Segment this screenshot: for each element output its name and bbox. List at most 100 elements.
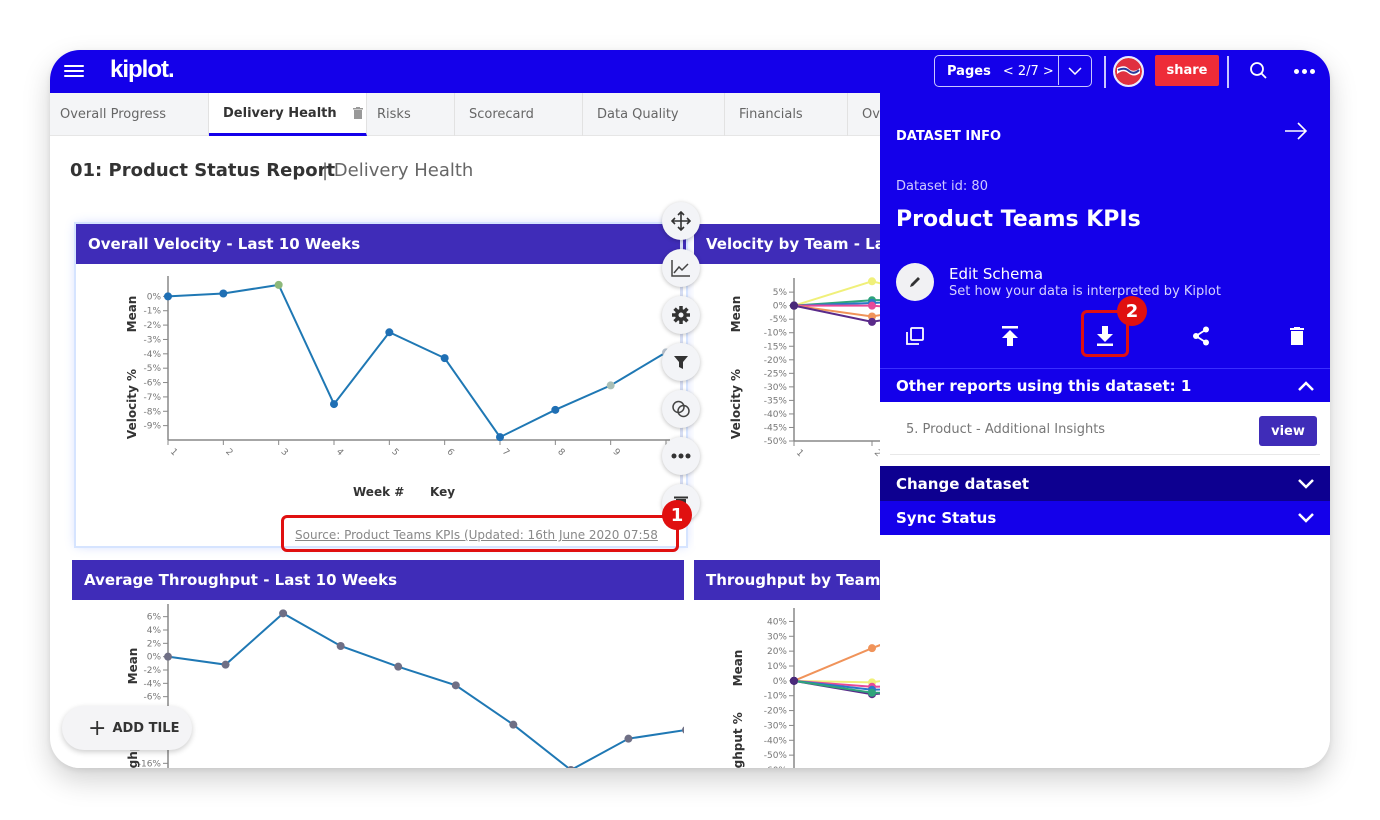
highlight-box-1 <box>281 515 679 552</box>
change-dataset-accordion[interactable]: Change dataset <box>880 466 1330 501</box>
sync-status-accordion[interactable]: Sync Status <box>880 501 1330 535</box>
more-options-button[interactable] <box>662 437 700 475</box>
data-point <box>394 662 403 671</box>
edit-schema-title[interactable]: Edit Schema <box>949 265 1043 283</box>
overall-velocity-chart: 0%-1%-2%-3%-4%-5%-6%-7%-8%-9%12345678910… <box>125 276 681 499</box>
filter-button[interactable] <box>662 343 700 381</box>
x-tick-label: 3 <box>279 447 290 458</box>
edit-schema-button[interactable] <box>896 263 934 301</box>
upload-icon <box>1002 326 1018 346</box>
data-point <box>221 660 230 669</box>
data-point <box>606 381 615 390</box>
x-tick-label: 8 <box>555 447 566 458</box>
x-tick-label: 2 <box>223 447 234 458</box>
pages-label: Pages <box>947 63 991 79</box>
y-axis-label-metric: Throughput % <box>731 712 745 768</box>
logo[interactable]: kiplot. <box>110 56 175 84</box>
tile-title: Throughput by Team <box>694 560 880 600</box>
data-point <box>385 328 394 337</box>
x-tick-label: 6 <box>445 447 456 458</box>
tab-label: Overall Progress <box>60 107 167 122</box>
data-point <box>868 317 876 326</box>
y-tick-label: 0% <box>773 302 788 312</box>
report-subtitle: | Delivery Health <box>322 160 474 181</box>
tile-overall-velocity[interactable]: Overall Velocity - Last 10 Weeks 0% -1% -2… <box>76 224 686 546</box>
link-button[interactable] <box>662 390 700 428</box>
y-tick-label: -16% <box>138 759 162 768</box>
velocity-by-team-chart: 5% 0% -5% -10% -15% -20% -25% -30% -35% -40% -45% -… <box>729 277 880 459</box>
data-point <box>868 301 876 310</box>
pages-selector[interactable]: Pages < 2/7 > <box>934 55 1092 87</box>
annotation-badge-1: 1 <box>662 500 692 530</box>
link-icon <box>672 400 690 418</box>
tab-overflow[interactable]: Ov <box>848 93 880 136</box>
tab-overall-progress[interactable]: Overall Progress <box>50 93 209 136</box>
report-title: 01: Product Status Report <box>70 160 336 181</box>
arrow-right-icon[interactable] <box>1284 121 1308 141</box>
tab-data-quality[interactable]: Data Quality <box>583 93 725 136</box>
search-icon[interactable] <box>1249 61 1269 81</box>
y-tick-label: 40% <box>767 617 787 627</box>
data-point <box>440 354 449 363</box>
move-button[interactable] <box>662 202 700 240</box>
y-tick-label: -45% <box>764 423 788 433</box>
data-point <box>274 280 283 289</box>
dataset-name: Product Teams KPIs <box>896 207 1141 232</box>
y-tick-label: -1% <box>143 307 161 317</box>
y-tick-label: -6% <box>143 693 161 703</box>
throughput-by-team-chart: 40% 30% 20% 10% 0% -10% -20% -30% -40% -50% -60% Me… <box>731 608 880 768</box>
y-tick-label: 20% <box>767 647 787 657</box>
tile-throughput-by-team[interactable]: Throughput by Team 40% 30% 20% 10% 0% -10% -20… <box>694 560 880 768</box>
delete-dataset-button[interactable] <box>1282 321 1312 351</box>
data-point <box>336 642 345 650</box>
app-window: kiplot. Pages < 2/7 > share Overall Prog… <box>50 50 1330 768</box>
tab-label: Ov <box>862 107 880 122</box>
pages-dropdown-button[interactable] <box>1058 56 1091 85</box>
data-point <box>868 688 876 697</box>
view-button[interactable]: view <box>1259 416 1317 446</box>
x-tick-label: 9 <box>611 447 622 458</box>
share-button[interactable]: share <box>1155 55 1219 86</box>
x-tick-label: 7 <box>500 447 511 458</box>
y-tick-label: -40% <box>764 410 788 420</box>
add-tile-button[interactable]: + ADD TILE <box>62 706 192 750</box>
y-tick-label: 6% <box>147 613 162 623</box>
y-tick-label: -35% <box>764 396 788 406</box>
data-point <box>451 681 460 690</box>
trash-icon[interactable] <box>352 107 363 119</box>
other-reports-accordion[interactable]: Other reports using this dataset: 1 <box>880 368 1330 402</box>
avatar[interactable] <box>1113 56 1144 87</box>
tab-risks[interactable]: Risks <box>367 93 455 136</box>
y-axis-label-metric: Velocity % <box>125 369 139 439</box>
y-tick-label: -10% <box>764 692 788 702</box>
tab-label: Delivery Health <box>223 105 337 121</box>
data-point <box>496 433 504 442</box>
tile-velocity-by-team[interactable]: Velocity by Team - Last 10 Weeks 5% 0% -5%… <box>694 224 880 546</box>
tab-scorecard[interactable]: Scorecard <box>455 93 583 136</box>
tab-delivery-health[interactable]: Delivery Health <box>209 93 367 136</box>
data-point <box>868 644 876 653</box>
more-icon[interactable] <box>1294 69 1315 74</box>
y-tick-label: -10% <box>764 329 788 339</box>
chevron-down-icon <box>1298 478 1314 489</box>
series-line-purple <box>793 304 880 323</box>
settings-button[interactable] <box>662 296 700 334</box>
y-tick-label: -20% <box>764 356 788 366</box>
chart-type-button[interactable] <box>662 249 700 287</box>
y-tick-label: -2% <box>143 321 161 331</box>
annotation-badge-2: 2 <box>1117 296 1147 326</box>
data-point <box>868 277 876 286</box>
x-tick-label: 5 <box>389 447 400 458</box>
copy-dataset-button[interactable] <box>900 321 930 351</box>
share-dataset-button[interactable] <box>1186 321 1216 351</box>
divider <box>1227 56 1229 88</box>
pages-nav[interactable]: < 2/7 > <box>1003 64 1054 79</box>
upload-button[interactable] <box>995 321 1025 351</box>
hamburger-icon[interactable] <box>64 62 84 80</box>
y-axis-label-mean: Mean <box>731 650 745 687</box>
data-point <box>790 676 798 685</box>
y-tick-label: -5% <box>769 315 787 325</box>
tab-financials[interactable]: Financials <box>725 93 848 136</box>
copy-icon <box>906 327 924 345</box>
y-tick-label: -15% <box>764 342 788 352</box>
